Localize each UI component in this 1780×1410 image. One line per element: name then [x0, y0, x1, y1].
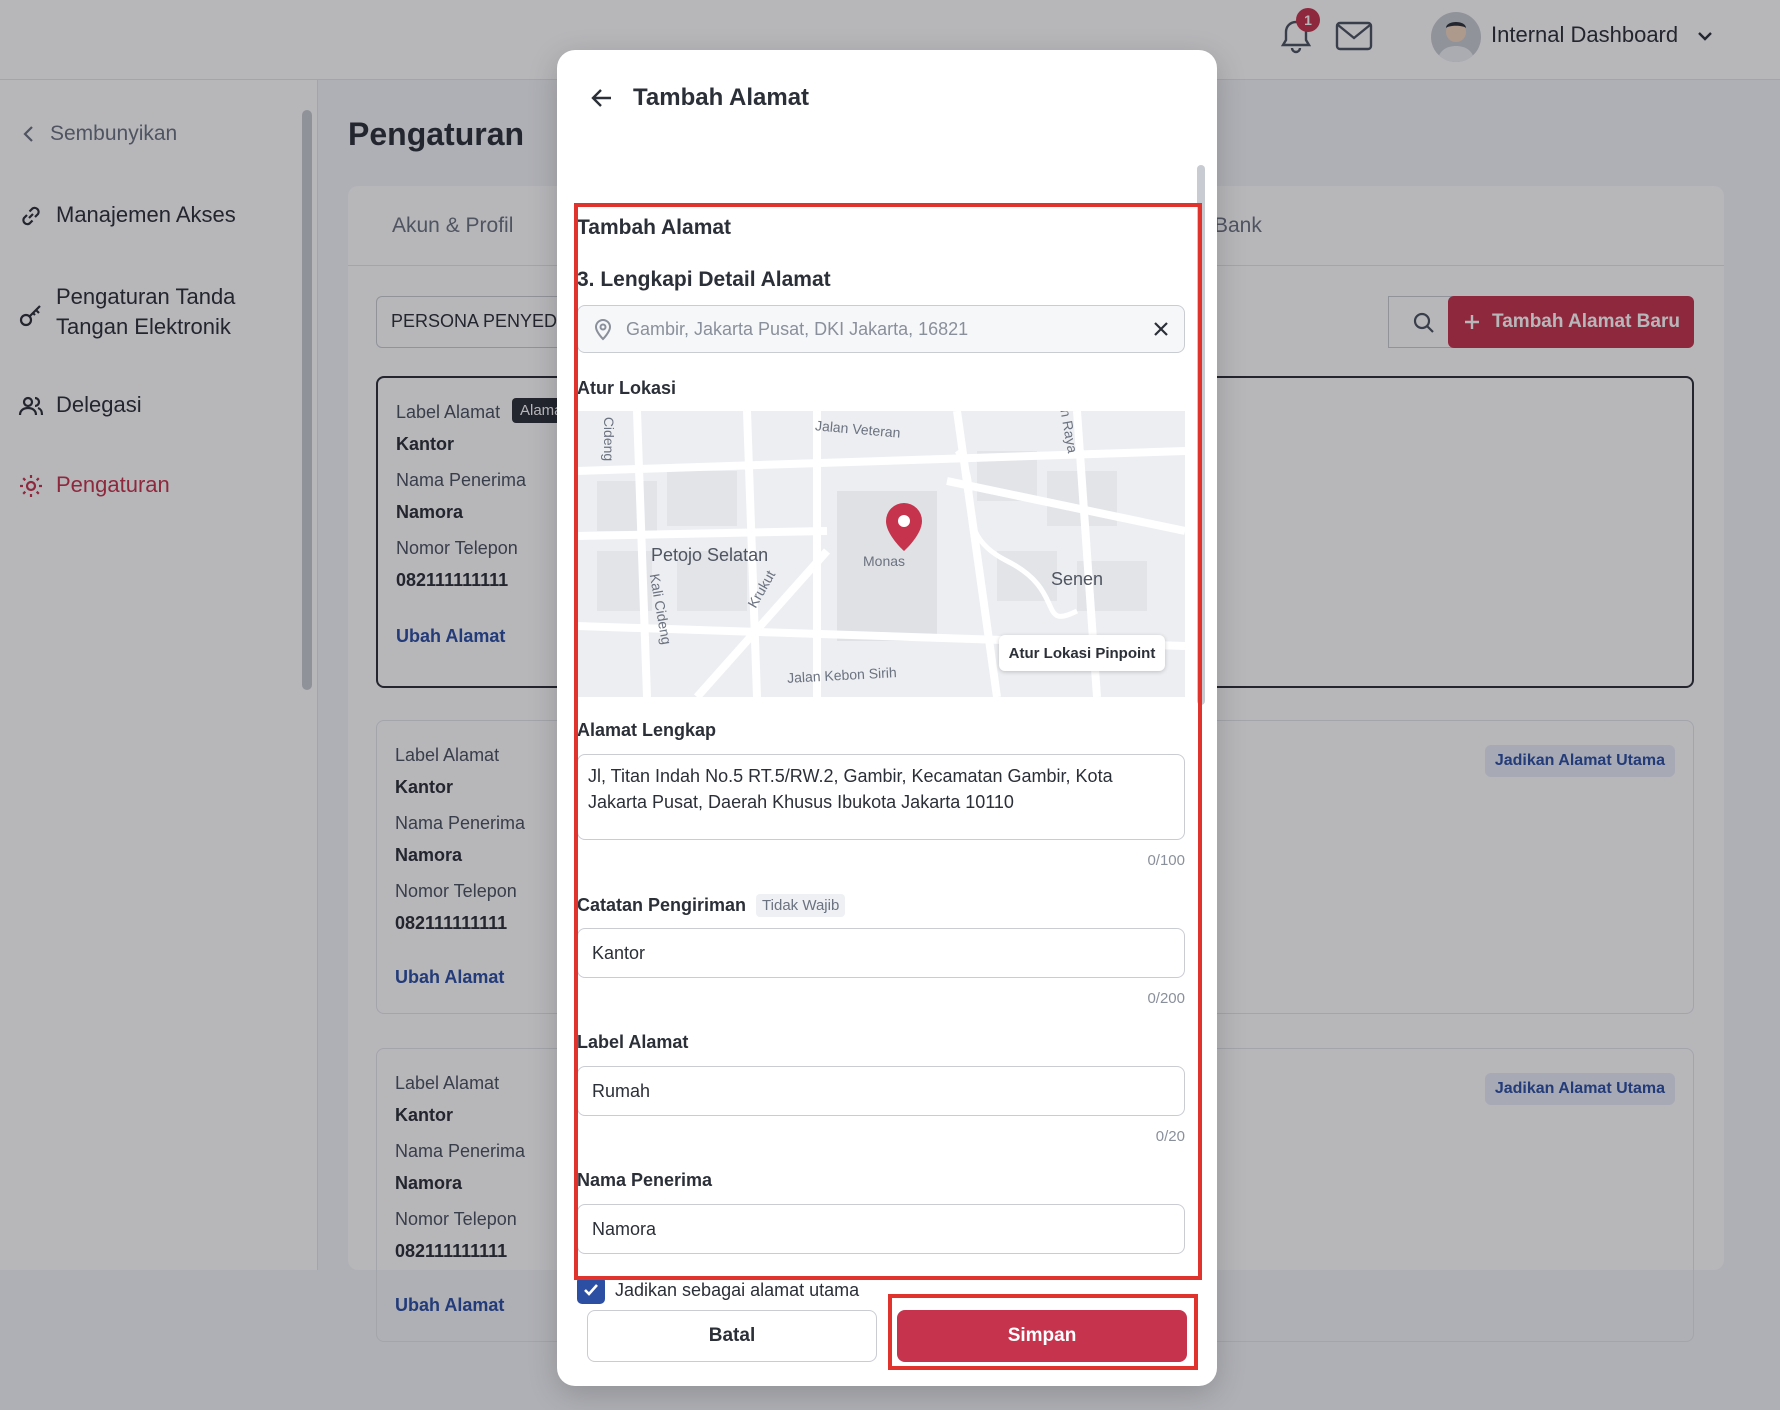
- modal-title: Tambah Alamat: [633, 84, 810, 111]
- add-address-modal: Tambah Alamat Tambah Alamat 3. Lengkapi …: [557, 50, 1217, 1386]
- cancel-button[interactable]: Batal: [587, 1310, 877, 1362]
- save-highlight: [888, 1294, 1198, 1370]
- arrow-left-icon[interactable]: [589, 85, 615, 111]
- form-highlight: [574, 203, 1202, 1280]
- modal-header: Tambah Alamat: [557, 50, 1217, 146]
